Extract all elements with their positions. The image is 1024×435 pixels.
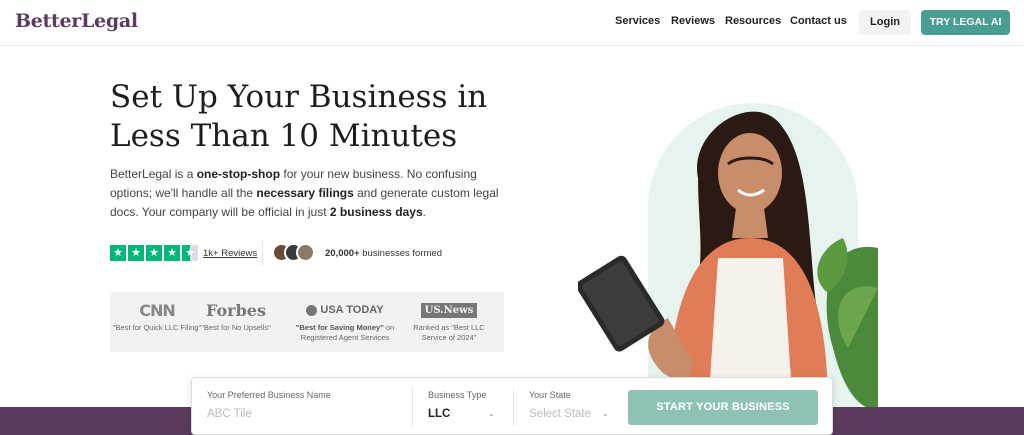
businesses-formed: 20,000+ businesses formed — [325, 248, 442, 259]
business-start-form: Your Preferred Business Name ABC Tile Bu… — [191, 377, 833, 435]
press-item-usatoday: USA TODAY "Best for Saving Money" on Reg… — [290, 300, 400, 343]
chevron-down-icon[interactable]: ⌄ — [488, 409, 495, 418]
chevron-down-icon[interactable]: ⌄ — [602, 409, 609, 418]
star-icon: ★ — [164, 245, 180, 261]
press-caption: Ranked as "Best LLC Service of 2024" — [413, 323, 485, 342]
hero-description: BetterLegal is a one-stop-shop for your … — [110, 165, 510, 222]
usnews-logo-text: US.News — [420, 302, 478, 318]
divider — [412, 388, 413, 426]
press-caption: "Best for Saving Money" on Registered Ag… — [290, 323, 400, 343]
usatoday-logo: USA TODAY — [290, 300, 400, 320]
desc-text: . — [422, 205, 426, 219]
business-type-select[interactable]: LLC — [428, 408, 450, 420]
cnn-logo-text: CNN — [139, 300, 176, 320]
press-strip: CNN "Best for Quick LLC Filing" Forbes "… — [110, 292, 504, 352]
divider — [513, 388, 514, 426]
hero-title: Set Up Your Business in Less Than 10 Min… — [110, 78, 530, 156]
star-icon: ★ — [110, 245, 126, 261]
nav-link-reviews[interactable]: Reviews — [671, 15, 715, 27]
nav-link-services[interactable]: Services — [615, 15, 660, 27]
avatar — [296, 243, 315, 262]
top-nav: BetterLegal Services Reviews Resources C… — [0, 0, 1024, 46]
business-name-input[interactable]: ABC Tile — [207, 408, 252, 420]
star-half-icon: ★ — [182, 245, 198, 261]
business-type-label: Business Type — [428, 390, 487, 400]
usatoday-logo-text: USA TODAY — [320, 304, 384, 316]
usatoday-dot-icon — [306, 304, 318, 316]
business-name-label: Your Preferred Business Name — [207, 390, 331, 400]
trustpilot-stars: ★ ★ ★ ★ ★ — [110, 245, 198, 261]
usnews-logo: US.News — [404, 300, 494, 320]
press-caption-bold: "Best for Saving Money" — [295, 323, 384, 332]
press-caption: "Best for Quick LLC Filing" — [112, 323, 202, 332]
businesses-count: 20,000+ — [325, 248, 360, 259]
press-item-forbes: Forbes "Best for No Upsells" — [191, 300, 281, 333]
nav-link-resources[interactable]: Resources — [725, 15, 781, 27]
cnn-logo: CNN — [112, 300, 202, 320]
desc-text: BetterLegal is a — [110, 167, 197, 181]
hero-title-line-1: Set Up Your Business in — [110, 79, 488, 115]
desc-bold: necessary filings — [256, 186, 354, 200]
hero-title-line-2: Less Than 10 Minutes — [110, 118, 458, 154]
press-caption: "Best for No Upsells" — [201, 323, 271, 332]
login-button[interactable]: Login — [859, 10, 911, 35]
star-icon: ★ — [128, 245, 144, 261]
forbes-logo: Forbes — [191, 300, 281, 320]
try-legal-ai-button[interactable]: TRY LEGAL AI — [921, 10, 1010, 35]
press-item-cnn: CNN "Best for Quick LLC Filing" — [112, 300, 202, 333]
press-item-usnews: US.News Ranked as "Best LLC Service of 2… — [404, 300, 494, 343]
nav-link-contact[interactable]: Contact us — [790, 15, 847, 27]
state-label: Your State — [529, 390, 571, 400]
desc-bold: one-stop-shop — [196, 167, 281, 181]
businesses-label: businesses formed — [359, 248, 442, 259]
state-select[interactable]: Select State — [529, 408, 591, 420]
start-business-button[interactable]: START YOUR BUSINESS — [628, 390, 818, 425]
star-icon: ★ — [146, 245, 162, 261]
divider — [262, 240, 263, 266]
forbes-logo-text: Forbes — [206, 300, 266, 320]
reviews-link[interactable]: 1k+ Reviews — [203, 248, 257, 259]
hero-woman-image — [578, 103, 878, 410]
brand-logo[interactable]: BetterLegal — [15, 10, 138, 32]
desc-bold: 2 business days — [329, 205, 423, 219]
customer-avatars — [272, 243, 318, 263]
